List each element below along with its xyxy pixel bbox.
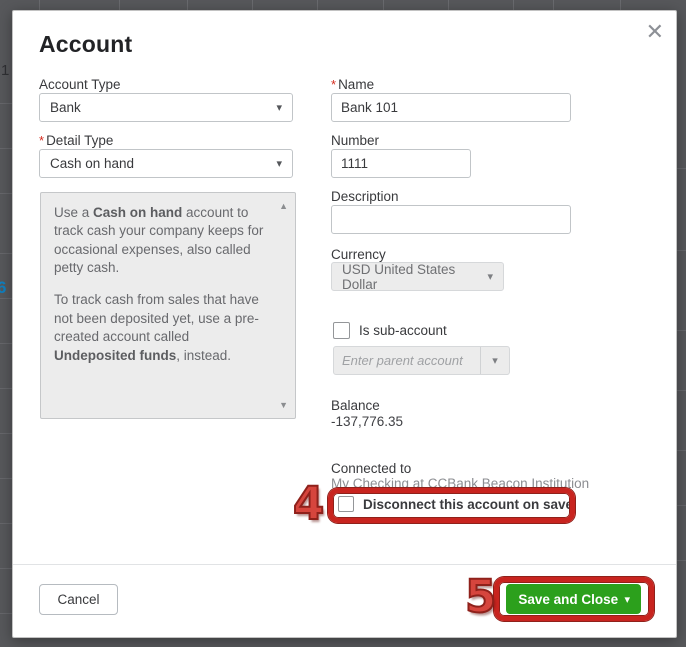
description-input[interactable]	[331, 205, 571, 234]
close-icon[interactable]: ✕	[646, 21, 664, 43]
connected-account-name: My Checking at CCBank Beacon Institution	[331, 476, 590, 491]
description-paragraph: Use a Cash on hand account to track cash…	[54, 205, 264, 276]
chevron-down-icon: ▾	[276, 102, 282, 114]
description-paragraph: To track cash from sales that have not b…	[54, 292, 259, 363]
disconnect-label: Disconnect this account on save	[363, 496, 574, 512]
description-label: Description	[331, 189, 399, 204]
parent-account-combo: ▾	[333, 346, 510, 375]
balance-label: Balance	[331, 398, 380, 413]
required-asterisk: *	[331, 77, 337, 92]
currency-label: Currency	[331, 247, 386, 262]
currency-select[interactable]: USD United States Dollar ▾	[331, 261, 504, 292]
name-label: * Name	[331, 77, 375, 92]
connected-to-label: Connected to	[331, 461, 412, 476]
scroll-down-icon[interactable]: ▼	[279, 399, 288, 411]
backdrop-text-fragment: 1	[1, 62, 10, 79]
name-input[interactable]	[331, 93, 571, 122]
account-type-label: Account Type	[39, 77, 121, 92]
account-type-select[interactable]: Bank ▾	[39, 93, 293, 122]
number-label: Number	[331, 133, 380, 148]
chevron-down-icon: ▾	[276, 158, 282, 170]
chevron-down-icon[interactable]: ▾	[624, 593, 641, 606]
save-and-close-button[interactable]: Save and Close ▾	[506, 584, 641, 614]
is-sub-account-checkbox[interactable]	[333, 322, 350, 339]
number-input[interactable]	[331, 149, 471, 178]
scroll-up-icon[interactable]: ▲	[279, 200, 288, 212]
chevron-down-icon: ▾	[487, 271, 493, 283]
currency-value: USD United States Dollar	[342, 261, 456, 292]
disconnect-checkbox[interactable]	[338, 496, 354, 512]
parent-account-input[interactable]	[334, 347, 480, 374]
detail-type-description-box: Use a Cash on hand account to track cash…	[40, 192, 296, 419]
account-dialog: Account ✕ Account Type Bank ▾ * Detail Ty…	[12, 10, 677, 638]
detail-type-select[interactable]: Cash on hand ▾	[39, 149, 293, 178]
required-asterisk: *	[39, 133, 45, 148]
disconnect-row: Disconnect this account on save	[338, 496, 573, 512]
backdrop-text-fragment: 6	[0, 278, 7, 297]
annotation-step5-number: 5	[464, 570, 497, 623]
account-type-value: Bank	[50, 100, 81, 115]
cancel-button[interactable]: Cancel	[39, 584, 118, 615]
save-and-close-label: Save and Close	[518, 591, 619, 607]
chevron-down-icon[interactable]: ▾	[480, 347, 509, 374]
page-title: Account	[39, 31, 133, 57]
detail-type-label: * Detail Type	[39, 133, 114, 148]
balance-value: -137,776.35	[331, 414, 404, 429]
sub-account-row: Is sub-account	[333, 322, 447, 339]
annotation-step4-number: 4	[292, 477, 325, 530]
footer-divider	[13, 564, 676, 565]
detail-type-value: Cash on hand	[50, 156, 135, 171]
is-sub-account-label: Is sub-account	[359, 323, 447, 338]
screen-background: 1 6 Account ✕ Account Type Bank ▾ * Detai…	[0, 0, 686, 647]
